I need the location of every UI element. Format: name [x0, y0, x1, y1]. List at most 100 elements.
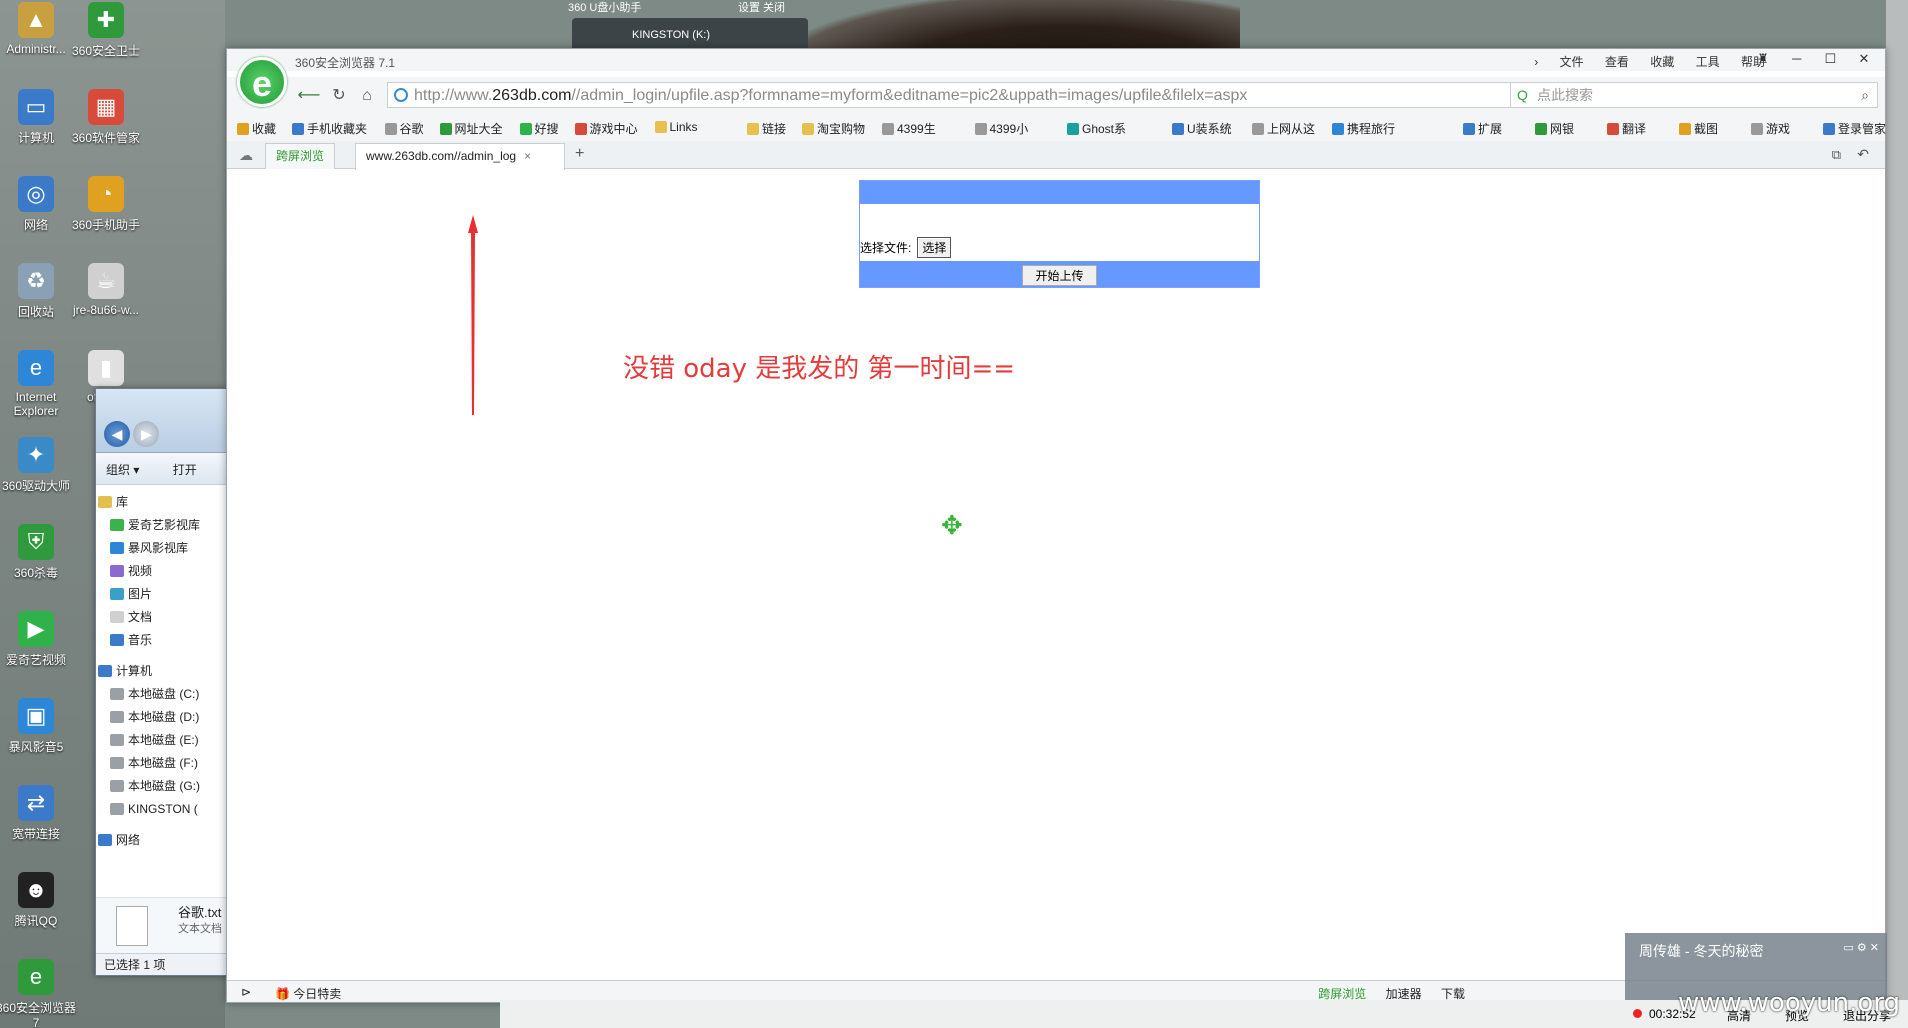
- bookmark-item[interactable]: Ghost系: [1067, 120, 1126, 137]
- toolbar-right-item[interactable]: 登录管家: [1823, 120, 1886, 137]
- form-footer-bar: 开始上传: [860, 261, 1259, 287]
- new-tab-button[interactable]: +: [575, 145, 584, 163]
- desktop-icon-baofeng[interactable]: ▣ 暴风影音5: [0, 698, 78, 755]
- bookmark-item[interactable]: 游戏中心: [574, 120, 638, 137]
- nav-library-item[interactable]: 图片: [96, 583, 234, 606]
- skin-icon[interactable]: ♜: [1748, 51, 1778, 67]
- desktop-icon-360kill[interactable]: ⛨ 360杀毒: [0, 524, 78, 581]
- nav-drive[interactable]: 本地磁盘 (D:): [96, 706, 234, 729]
- desktop-icon-360driver[interactable]: ✦ 360驱动大师: [0, 437, 78, 494]
- bookmark-item[interactable]: 4399生: [882, 120, 936, 137]
- window-title: 360安全浏览器 7.1: [295, 56, 396, 70]
- maximize-button[interactable]: ☐: [1815, 51, 1845, 67]
- nav-drive[interactable]: 本地磁盘 (E:): [96, 729, 234, 752]
- undo-close-icon[interactable]: ↶: [1857, 146, 1869, 163]
- back-icon[interactable]: ◀: [104, 421, 130, 447]
- titlebar: 360安全浏览器 7.1 › 文件 查看 收藏 工具 帮助 ♜ ─ ☐ ✕: [227, 49, 1885, 71]
- refresh-button[interactable]: ↻: [327, 85, 351, 107]
- start-upload-button[interactable]: 开始上传: [1022, 265, 1097, 286]
- nav-drive-icon: [110, 757, 124, 769]
- desktop-icon-360browser[interactable]: e 360安全浏览器7: [0, 959, 78, 1028]
- cloud-icon[interactable]: ☁: [239, 147, 253, 164]
- forward-icon[interactable]: ▶: [133, 421, 160, 447]
- desktop-icon-qq[interactable]: ☻ 腾讯QQ: [0, 872, 78, 929]
- status-accelerator[interactable]: 加速器: [1386, 987, 1422, 1001]
- browser-window[interactable]: 360安全浏览器 7.1 › 文件 查看 收藏 工具 帮助 ♜ ─ ☐ ✕ ⟵ …: [226, 48, 1886, 1003]
- nav-network[interactable]: 网络: [96, 829, 234, 852]
- toolbar-right-item[interactable]: 翻译: [1607, 120, 1646, 137]
- nav-library-item[interactable]: 音乐: [96, 629, 234, 652]
- menu-view[interactable]: 查看: [1605, 55, 1629, 69]
- toolbar-right-item[interactable]: 截图: [1679, 120, 1718, 137]
- desktop-icon-360safe[interactable]: ✚ 360安全卫士: [64, 2, 148, 59]
- toolbar-right-item[interactable]: 游戏: [1751, 120, 1790, 137]
- status-download[interactable]: 下载: [1441, 987, 1465, 1001]
- organize-button[interactable]: 组织 ▾: [106, 463, 139, 477]
- restore-tabs-icon[interactable]: ⧉: [1832, 147, 1841, 163]
- bookmark-item[interactable]: 好搜: [519, 120, 559, 137]
- desktop-icon-jre[interactable]: ☕ jre-8u66-w...: [64, 263, 148, 317]
- music-controls[interactable]: ▭ ⚙ ✕: [1843, 941, 1879, 954]
- nav-library-item-icon: [110, 611, 124, 623]
- bookmark-icon: [1067, 123, 1079, 135]
- nav-drive[interactable]: 本地磁盘 (C:): [96, 683, 234, 706]
- url-text[interactable]: http://www.263db.com//admin_login/upfile…: [414, 87, 1247, 105]
- search-icon[interactable]: ⌕: [1861, 83, 1869, 107]
- status-cross-screen[interactable]: 跨屏浏览: [1318, 987, 1366, 1001]
- tab-active[interactable]: www.263db.com//admin_log ×: [355, 143, 565, 170]
- back-button[interactable]: ⟵: [297, 85, 321, 107]
- bookmark-item[interactable]: 淘宝购物: [802, 120, 865, 137]
- menu-file[interactable]: 文件: [1560, 55, 1584, 69]
- tab-close-icon[interactable]: ×: [524, 149, 531, 163]
- minimize-button[interactable]: ─: [1782, 51, 1812, 66]
- search-engine-icon[interactable]: Q: [1517, 83, 1528, 107]
- usb-drive-popup[interactable]: KINGSTON (K:): [572, 18, 808, 52]
- nav-drive[interactable]: 本地磁盘 (F:): [96, 752, 234, 775]
- menu-tools[interactable]: 工具: [1696, 55, 1720, 69]
- close-button[interactable]: ✕: [1849, 51, 1879, 67]
- admin-icon: ▲: [18, 2, 54, 38]
- toolbar-right-item[interactable]: 扩展: [1463, 120, 1502, 137]
- bookmark-item[interactable]: 4399小: [974, 120, 1028, 137]
- nav-library-item[interactable]: 爱奇艺影视库: [96, 514, 234, 537]
- open-button[interactable]: 打开: [173, 463, 197, 477]
- search-input[interactable]: Q 点此搜索 ⌕: [1510, 82, 1878, 108]
- bookmark-item[interactable]: U装系统: [1172, 120, 1232, 137]
- usb-helper-settings[interactable]: 设置 关闭: [738, 0, 785, 16]
- nav-drive[interactable]: 本地磁盘 (G:): [96, 775, 234, 798]
- nav-computer[interactable]: 计算机: [96, 660, 234, 683]
- ofstar-icon: ▮: [88, 350, 124, 386]
- nav-drive-icon: [110, 711, 124, 723]
- nav-drive[interactable]: KINGSTON (: [96, 798, 234, 821]
- bookmark-item[interactable]: 携程旅行: [1332, 120, 1395, 137]
- recording-dot-icon: [1633, 1009, 1642, 1018]
- bookmark-item[interactable]: 上网从这: [1252, 120, 1315, 137]
- toolbar-right-item[interactable]: 网银: [1535, 120, 1574, 137]
- bookmark-item[interactable]: 网址大全: [439, 120, 503, 137]
- desktop-icon-360soft[interactable]: ▦ 360软件管家: [64, 89, 148, 146]
- desktop-icon-360phone[interactable]: ◔ 360手机助手: [64, 176, 148, 233]
- nav-library-item[interactable]: 文档: [96, 606, 234, 629]
- menu-chevron-icon[interactable]: ›: [1534, 55, 1538, 69]
- address-bar[interactable]: http://www.263db.com//admin_login/upfile…: [387, 82, 1687, 108]
- nav-library-item[interactable]: 视频: [96, 560, 234, 583]
- bookmark-item[interactable]: 手机收藏夹: [292, 120, 367, 137]
- window-controls: ♜ ─ ☐ ✕: [1748, 51, 1879, 67]
- bookmark-item[interactable]: 收藏: [237, 120, 276, 137]
- nav-library[interactable]: 库: [96, 491, 234, 514]
- desktop-icon-iqiyi[interactable]: ▶ 爱奇艺视频: [0, 611, 78, 668]
- bookmark-icon: [974, 123, 987, 135]
- bookmark-item[interactable]: Links: [654, 120, 698, 134]
- bookmark-item[interactable]: 链接: [747, 120, 786, 137]
- today-deals[interactable]: 🎁 今日特卖: [275, 985, 341, 1002]
- explorer-window[interactable]: ◀ ▶ 组织 ▾ 打开 库爱奇艺影视库 暴风影视库 视频 图片 文档 音乐 计算机 本地磁盘 …: [95, 388, 235, 976]
- desktop-icon-broadband[interactable]: ⇄ 宽带连接: [0, 785, 78, 842]
- nav-drive-icon: [110, 780, 124, 792]
- tab-cross-screen[interactable]: 跨屏浏览: [265, 143, 336, 169]
- choose-file-button[interactable]: 选择: [917, 237, 952, 258]
- menu-favorites[interactable]: 收藏: [1650, 55, 1674, 69]
- bookmark-item[interactable]: 谷歌: [384, 120, 424, 137]
- sidebar-toggle-icon[interactable]: ⊳: [241, 985, 251, 999]
- home-button[interactable]: ⌂: [355, 85, 379, 107]
- nav-library-item[interactable]: 暴风影视库: [96, 537, 234, 560]
